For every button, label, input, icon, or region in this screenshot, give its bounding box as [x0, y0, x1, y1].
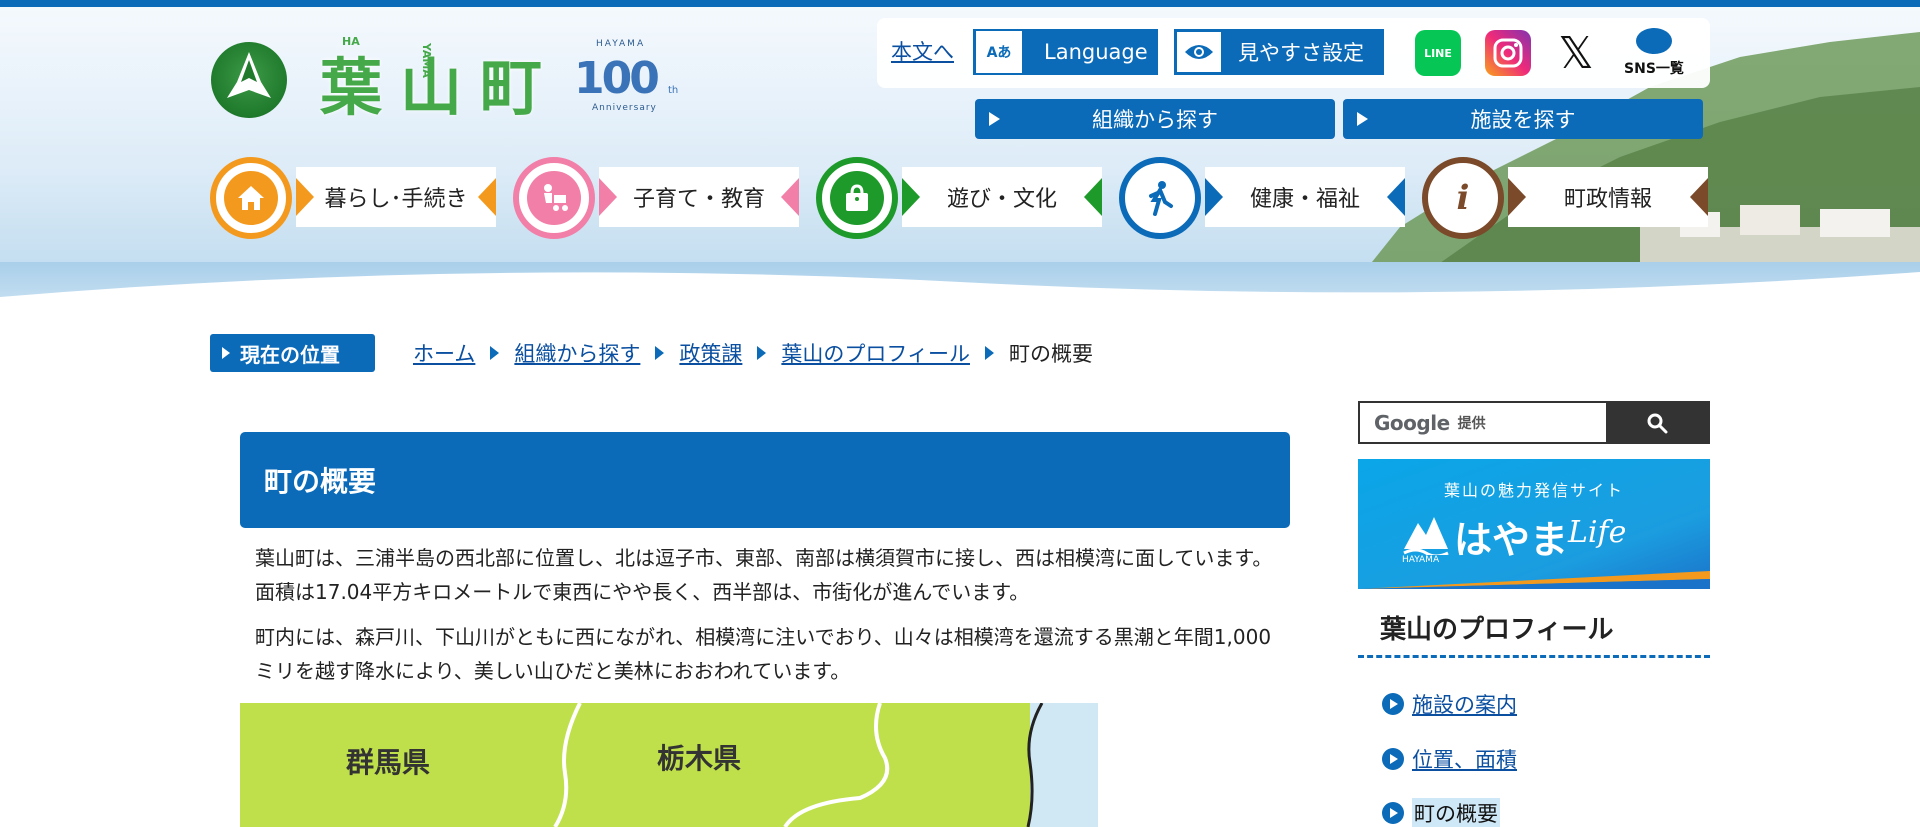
search-by-facility-label: 施設を探す — [1470, 108, 1576, 132]
nav-item-culture[interactable]: 遊び・文化 — [816, 157, 1106, 239]
bag-icon — [816, 157, 898, 239]
mountain-logo-icon — [1403, 517, 1449, 555]
arrow-circle-icon — [1382, 802, 1404, 824]
google-brand-text: Google — [1374, 410, 1450, 435]
nav-arrow-left — [1205, 178, 1223, 216]
stroller-icon — [513, 157, 595, 239]
overview-paragraph: 町内には、森戸川、下山川がともに西にながれ、相模湾に注いでおり、山々は相模湾を還… — [255, 625, 1272, 683]
banner-mark-text: HAYAMA — [1402, 555, 1440, 565]
sns-list-label: SNS一覧 — [1624, 61, 1684, 77]
info-icon: i — [1422, 157, 1504, 239]
language-icon: Aあ — [976, 31, 1022, 73]
breadcrumb: 現在の位置 ホーム 組織から探す 政策課 葉山のプロフィール 町の概要 — [210, 334, 1093, 372]
view-settings-button[interactable]: 見やすさ設定 — [1174, 29, 1384, 75]
skip-to-content-link[interactable]: 本文へ — [891, 36, 954, 66]
view-settings-label: 見やすさ設定 — [1238, 41, 1364, 65]
search-button[interactable] — [1606, 403, 1708, 442]
banner-stripe — [1358, 571, 1710, 589]
anniversary-suffix: th — [668, 85, 679, 96]
hayama-life-banner[interactable]: 葉山の魅力発信サイト HAYAMA はやま Life — [1358, 459, 1710, 589]
nav-arrow-left — [599, 178, 617, 216]
nav-item-label: 暮らし･手続き — [296, 167, 496, 227]
top-accent-bar — [0, 0, 1920, 7]
nav-item-childcare[interactable]: 子育て・教育 — [513, 157, 803, 239]
search-by-facility-button[interactable]: 施設を探す — [1343, 99, 1703, 139]
sidebar-item-facilities[interactable]: 施設の案内 — [1382, 689, 1517, 719]
anniversary-number: 100 — [574, 53, 660, 104]
breadcrumb-arrow-icon — [984, 346, 994, 360]
town-emblem-logo[interactable] — [211, 42, 287, 118]
breadcrumb-profile-link[interactable]: 葉山のプロフィール — [781, 338, 970, 368]
banner-main-text: はやま — [1454, 518, 1569, 562]
nav-item-label: 子育て・教育 — [599, 167, 799, 227]
arrow-circle-icon — [1382, 748, 1404, 770]
breadcrumb-organization-link[interactable]: 組織から探す — [514, 338, 640, 368]
logo-ruby-ha: HA — [342, 35, 360, 48]
kanto-region-map-image: 群馬県 栃木県 — [240, 703, 1098, 827]
breadcrumb-list: ホーム 組織から探す 政策課 葉山のプロフィール 町の概要 — [413, 338, 1093, 368]
nav-item-health[interactable]: 健康・福祉 — [1119, 157, 1409, 239]
breadcrumb-home-link[interactable]: ホーム — [413, 338, 475, 368]
map-label-gunma: 群馬県 — [346, 746, 431, 779]
breadcrumb-arrow-icon — [757, 346, 767, 360]
nav-item-label: 町政情報 — [1508, 167, 1708, 227]
search-provided-text: 提供 — [1457, 415, 1486, 432]
anniversary-bottom-text: Anniversary — [592, 103, 657, 113]
banner-life-text: Life — [1568, 515, 1627, 550]
site-search: Google 提供 — [1358, 401, 1710, 444]
search-by-organization-button[interactable]: 組織から探す — [975, 99, 1335, 139]
banner-subtitle: 葉山の魅力発信サイト — [1443, 481, 1624, 500]
sns-list-button[interactable]: SNS一覧 — [1614, 28, 1694, 80]
breadcrumb-arrow-icon — [655, 346, 665, 360]
nav-arrow-right — [781, 178, 799, 216]
nav-arrow-left — [1508, 178, 1526, 216]
search-by-organization-label: 組織から探す — [1092, 108, 1218, 132]
logo-ruby-yama: YAMA — [420, 43, 433, 78]
line-icon[interactable]: LINE — [1415, 30, 1461, 76]
sidebar-item-current: 町の概要 — [1412, 798, 1500, 827]
page-title: 町の概要 — [240, 432, 1290, 528]
town-name-logo[interactable]: 葉山町 — [320, 37, 560, 127]
nav-arrow-right — [478, 178, 496, 216]
breadcrumb-policy-link[interactable]: 政策課 — [679, 338, 742, 368]
house-icon — [210, 157, 292, 239]
search-icon — [1647, 413, 1668, 433]
sidebar-item-location[interactable]: 位置、面積 — [1382, 744, 1517, 774]
eye-icon — [1177, 32, 1221, 72]
sidebar-item-label[interactable]: 施設の案内 — [1412, 689, 1517, 719]
overview-paragraph: 葉山町は、三浦半島の西北部に位置し、北は逗子市、東部、南部は横須賀市に接し、西は… — [255, 546, 1273, 604]
x-icon[interactable]: 𝕏 — [1553, 28, 1599, 79]
walking-person-icon — [1119, 157, 1201, 239]
arrow-circle-icon — [1382, 693, 1404, 715]
play-arrow-icon — [989, 112, 1000, 126]
utility-toolbar: 本文へ Aあ Language 見やすさ設定 LINE 𝕏 SNS一覧 — [877, 18, 1710, 88]
nav-item-government[interactable]: i 町政情報 — [1422, 157, 1712, 239]
sidebar-item-overview: 町の概要 — [1382, 798, 1500, 827]
breadcrumb-tag: 現在の位置 — [210, 334, 375, 372]
anniversary-logo: HAYAMA 100 th Anniversary — [574, 39, 684, 119]
sidebar-item-label[interactable]: 位置、面積 — [1412, 744, 1517, 774]
breadcrumb-current: 町の概要 — [1008, 342, 1093, 366]
nav-item-label: 遊び・文化 — [902, 167, 1102, 227]
sidebar-section-title: 葉山のプロフィール — [1358, 600, 1710, 658]
instagram-icon[interactable] — [1485, 30, 1531, 76]
language-button[interactable]: Aあ Language — [973, 29, 1158, 75]
map-label-tochigi: 栃木県 — [657, 742, 742, 775]
breadcrumb-arrow-icon — [490, 346, 500, 360]
nav-arrow-left — [902, 178, 920, 216]
nav-item-label: 健康・福祉 — [1205, 167, 1405, 227]
header-wave — [0, 272, 1920, 310]
nav-arrow-right — [1387, 178, 1405, 216]
nav-arrow-right — [1084, 178, 1102, 216]
play-arrow-icon — [1357, 112, 1368, 126]
anniversary-top-text: HAYAMA — [596, 39, 646, 49]
nav-arrow-right — [1690, 178, 1708, 216]
chat-bubble-icon — [1636, 28, 1672, 54]
language-label: Language — [1044, 40, 1148, 64]
nav-arrow-left — [296, 178, 314, 216]
nav-item-living[interactable]: 暮らし･手続き — [210, 157, 500, 239]
search-input[interactable]: Google 提供 — [1360, 403, 1606, 442]
